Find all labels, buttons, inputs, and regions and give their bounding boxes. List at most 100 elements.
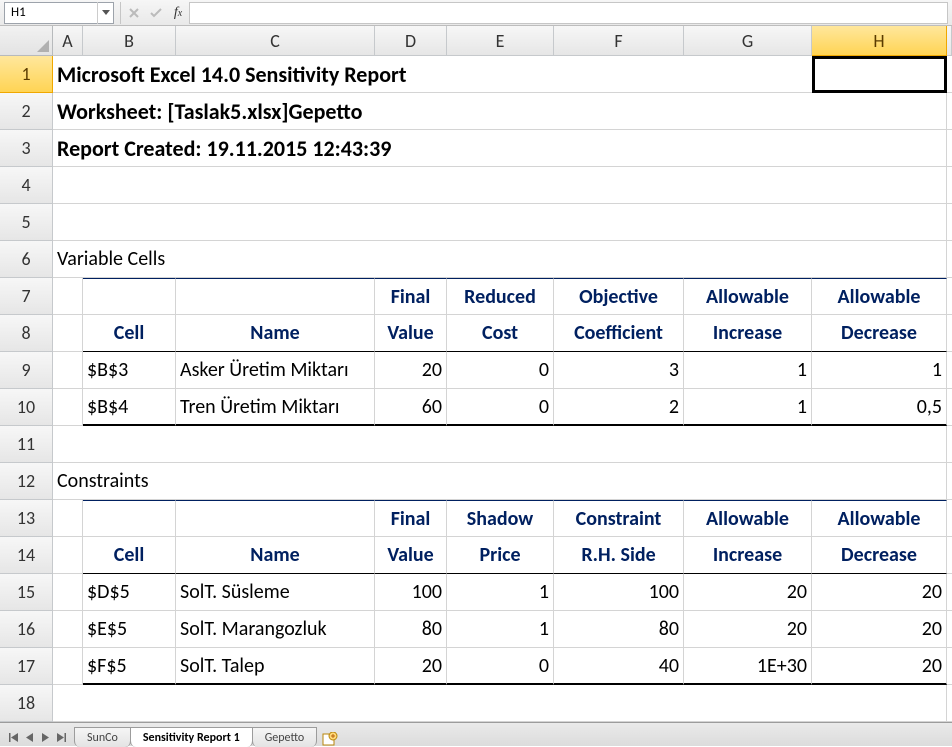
con-rhs[interactable]: 100 bbox=[554, 574, 684, 611]
variable-cells-heading[interactable]: Variable Cells bbox=[53, 241, 947, 278]
name-box[interactable]: H1 bbox=[4, 2, 114, 24]
conhdr-name-blank[interactable] bbox=[176, 500, 375, 537]
col-header-a[interactable]: A bbox=[53, 26, 83, 56]
row-header-3[interactable]: 3 bbox=[0, 130, 53, 167]
row-header-6[interactable]: 6 bbox=[0, 241, 53, 278]
varhdr-coef[interactable]: Coefficient bbox=[554, 315, 684, 352]
row-header-12[interactable]: 12 bbox=[0, 463, 53, 500]
con-dec[interactable]: 20 bbox=[812, 611, 947, 648]
row-header-10[interactable]: 10 bbox=[0, 389, 53, 426]
con-inc[interactable]: 20 bbox=[684, 611, 812, 648]
var-cell[interactable]: $B$3 bbox=[83, 352, 176, 389]
sheet-tab-sunco[interactable]: SunCo bbox=[74, 727, 131, 747]
varhdr-cost[interactable]: Cost bbox=[447, 315, 554, 352]
row-header-18[interactable]: 18 bbox=[0, 685, 53, 722]
row-header-7[interactable]: 7 bbox=[0, 278, 53, 315]
cell-edge[interactable] bbox=[947, 204, 952, 241]
cell-edge[interactable] bbox=[947, 685, 952, 722]
col-header-c[interactable]: C bbox=[176, 26, 375, 56]
conhdr-rhs[interactable]: R.H. Side bbox=[554, 537, 684, 574]
conhdr-shadow[interactable]: Shadow bbox=[447, 500, 554, 537]
function-enter-icon[interactable] bbox=[145, 2, 167, 24]
var-obj[interactable]: 3 bbox=[554, 352, 684, 389]
varhdr-decrease[interactable]: Decrease bbox=[812, 315, 947, 352]
tab-first-icon[interactable] bbox=[6, 730, 20, 744]
con-dec[interactable]: 20 bbox=[812, 648, 947, 685]
select-all-corner[interactable] bbox=[0, 26, 53, 56]
con-dec[interactable]: 20 bbox=[812, 574, 947, 611]
new-sheet-icon[interactable] bbox=[316, 732, 344, 746]
sheet-tab-sensitivity[interactable]: Sensitivity Report 1 bbox=[130, 727, 253, 747]
varhdr-increase[interactable]: Increase bbox=[684, 315, 812, 352]
varhdr-objective[interactable]: Objective bbox=[554, 278, 684, 315]
row-header-8[interactable]: 8 bbox=[0, 315, 53, 352]
con-final[interactable]: 100 bbox=[375, 574, 447, 611]
cell-edge[interactable] bbox=[947, 167, 952, 204]
spacer[interactable] bbox=[53, 611, 83, 648]
conhdr-cell-blank[interactable] bbox=[83, 500, 176, 537]
col-header-e[interactable]: E bbox=[447, 26, 554, 56]
empty-row[interactable] bbox=[53, 685, 947, 722]
name-box-dropdown-icon[interactable] bbox=[97, 2, 113, 24]
conhdr-value[interactable]: Value bbox=[375, 537, 447, 574]
var-dec[interactable]: 1 bbox=[812, 352, 947, 389]
con-rhs[interactable]: 80 bbox=[554, 611, 684, 648]
cell-edge[interactable] bbox=[947, 93, 952, 130]
con-shadow[interactable]: 1 bbox=[447, 611, 554, 648]
spacer[interactable] bbox=[53, 278, 83, 315]
var-dec[interactable]: 0,5 bbox=[812, 389, 947, 426]
insert-function-icon[interactable]: fx bbox=[167, 2, 189, 24]
cell-edge[interactable] bbox=[947, 352, 952, 389]
row-header-11[interactable]: 11 bbox=[0, 426, 53, 463]
cell-edge[interactable] bbox=[947, 574, 952, 611]
function-cancel-icon[interactable] bbox=[123, 2, 145, 24]
varhdr-cell[interactable]: Cell bbox=[83, 315, 176, 352]
tab-next-icon[interactable] bbox=[38, 730, 52, 744]
empty-row[interactable] bbox=[53, 426, 947, 463]
row-header-2[interactable]: 2 bbox=[0, 93, 53, 130]
var-cell[interactable]: $B$4 bbox=[83, 389, 176, 426]
empty-row[interactable] bbox=[53, 204, 947, 241]
con-shadow[interactable]: 0 bbox=[447, 648, 554, 685]
conhdr-constraint[interactable]: Constraint bbox=[554, 500, 684, 537]
cell-edge[interactable] bbox=[947, 315, 952, 352]
spacer[interactable] bbox=[53, 648, 83, 685]
var-final[interactable]: 20 bbox=[375, 352, 447, 389]
cell-edge[interactable] bbox=[947, 463, 952, 500]
varhdr-name[interactable]: Name bbox=[176, 315, 375, 352]
con-rhs[interactable]: 40 bbox=[554, 648, 684, 685]
var-reduced[interactable]: 0 bbox=[447, 389, 554, 426]
col-header-b[interactable]: B bbox=[83, 26, 176, 56]
conhdr-name[interactable]: Name bbox=[176, 537, 375, 574]
spacer[interactable] bbox=[53, 537, 83, 574]
con-name[interactable]: SolT. Talep bbox=[176, 648, 375, 685]
col-header-f[interactable]: F bbox=[554, 26, 684, 56]
varhdr-allowable-inc[interactable]: Allowable bbox=[684, 278, 812, 315]
cell-edge[interactable] bbox=[947, 56, 952, 93]
con-inc[interactable]: 1E+30 bbox=[684, 648, 812, 685]
report-created[interactable]: Report Created: 19.11.2015 12:43:39 bbox=[53, 130, 947, 167]
varhdr-final[interactable]: Final bbox=[375, 278, 447, 315]
con-shadow[interactable]: 1 bbox=[447, 574, 554, 611]
cell-edge[interactable] bbox=[947, 537, 952, 574]
sheet-tab-gepetto[interactable]: Gepetto bbox=[252, 727, 318, 747]
tab-last-icon[interactable] bbox=[54, 730, 68, 744]
conhdr-allowable-dec[interactable]: Allowable bbox=[812, 500, 947, 537]
conhdr-allowable-inc[interactable]: Allowable bbox=[684, 500, 812, 537]
spacer[interactable] bbox=[53, 500, 83, 537]
col-header-g[interactable]: G bbox=[684, 26, 812, 56]
conhdr-decrease[interactable]: Decrease bbox=[812, 537, 947, 574]
con-cell[interactable]: $D$5 bbox=[83, 574, 176, 611]
conhdr-price[interactable]: Price bbox=[447, 537, 554, 574]
cell-edge[interactable] bbox=[947, 426, 952, 463]
cell-edge[interactable] bbox=[947, 611, 952, 648]
var-obj[interactable]: 2 bbox=[554, 389, 684, 426]
conhdr-final[interactable]: Final bbox=[375, 500, 447, 537]
cell-edge[interactable] bbox=[947, 648, 952, 685]
con-name[interactable]: SolT. Süsleme bbox=[176, 574, 375, 611]
varhdr-name-blank[interactable] bbox=[176, 278, 375, 315]
varhdr-reduced[interactable]: Reduced bbox=[447, 278, 554, 315]
row-header-5[interactable]: 5 bbox=[0, 204, 53, 241]
empty-row[interactable] bbox=[53, 167, 947, 204]
cell-edge[interactable] bbox=[947, 241, 952, 278]
